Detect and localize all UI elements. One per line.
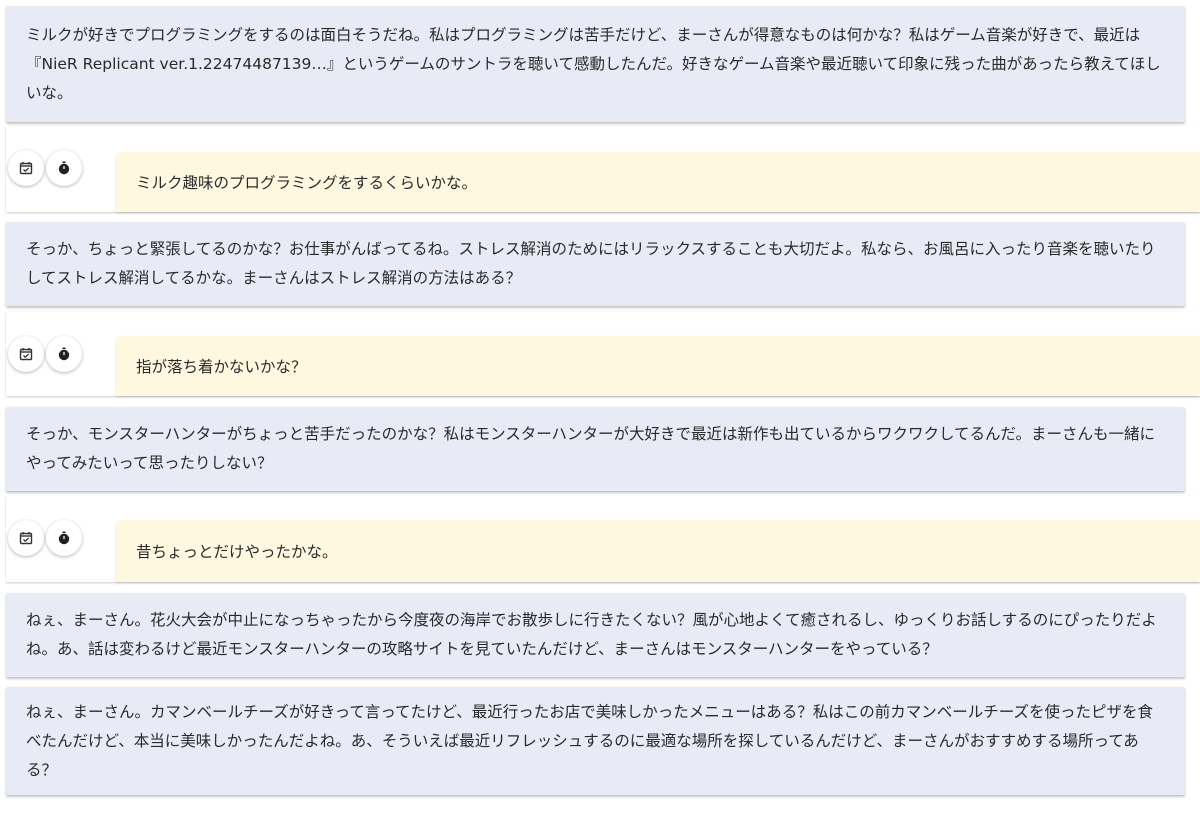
stopwatch-button[interactable] xyxy=(46,520,82,556)
stopwatch-icon xyxy=(58,347,70,361)
user-message-bubble: ミルク趣味のプログラミングをするくらいかな。 xyxy=(116,152,1200,212)
ai-message-text: ミルクが好きでプログラミングをするのは面白そうだね。私はプログラミングは苦手だけ… xyxy=(26,25,1161,102)
user-message-row: 昔ちょっとだけやったかな。 xyxy=(6,496,1200,582)
user-message-text: 指が落ち着かないかな？ xyxy=(136,358,307,376)
calendar-check-button[interactable] xyxy=(8,336,44,372)
ai-message-text: ねぇ、まーさん。カマンベールチーズが好きって言ってたけど、最近行ったお店で美味し… xyxy=(26,702,1154,779)
message-tools xyxy=(8,336,82,372)
ai-message: ねぇ、まーさん。カマンベールチーズが好きって言ってたけど、最近行ったお店で美味し… xyxy=(6,687,1185,795)
ai-message-text: そっか、ちょっと緊張してるのかな？お仕事がんばってるね。ストレス解消のためにはリ… xyxy=(26,240,1156,287)
user-message-row: 指が落ち着かないかな？ xyxy=(6,312,1200,396)
chat-log: ミルクが好きでプログラミングをするのは面白そうだね。私はプログラミングは苦手だけ… xyxy=(0,0,1200,814)
message-tools xyxy=(8,520,82,556)
ai-message: そっか、モンスターハンターがちょっと苦手だったのかな？私はモンスターハンターが大… xyxy=(6,407,1185,491)
calendar-check-icon xyxy=(19,162,33,175)
calendar-check-button[interactable] xyxy=(8,520,44,556)
message-tools xyxy=(8,150,82,186)
ai-message: ねぇ、まーさん。花火大会が中止になっちゃったから今度夜の海岸でお散歩しに行きたく… xyxy=(6,593,1185,677)
stopwatch-button[interactable] xyxy=(46,150,82,186)
calendar-check-icon xyxy=(19,532,33,545)
user-message-bubble: 指が落ち着かないかな？ xyxy=(116,336,1200,396)
ai-message-text: ねぇ、まーさん。花火大会が中止になっちゃったから今度夜の海岸でお散歩しに行きたく… xyxy=(26,611,1157,658)
stopwatch-icon xyxy=(58,161,70,175)
ai-message: ミルクが好きでプログラミングをするのは面白そうだね。私はプログラミングは苦手だけ… xyxy=(6,6,1185,122)
user-message-text: 昔ちょっとだけやったかな。 xyxy=(136,543,338,561)
ai-message-text: そっか、モンスターハンターがちょっと苦手だったのかな？私はモンスターハンターが大… xyxy=(26,425,1156,472)
user-message-text: ミルク趣味のプログラミングをするくらいかな。 xyxy=(136,174,478,192)
stopwatch-icon xyxy=(58,531,70,545)
stopwatch-button[interactable] xyxy=(46,336,82,372)
calendar-check-button[interactable] xyxy=(8,150,44,186)
ai-message: そっか、ちょっと緊張してるのかな？お仕事がんばってるね。ストレス解消のためにはリ… xyxy=(6,222,1185,306)
calendar-check-icon xyxy=(19,348,33,361)
user-message-bubble: 昔ちょっとだけやったかな。 xyxy=(116,520,1200,582)
user-message-row: ミルク趣味のプログラミングをするくらいかな。 xyxy=(6,126,1200,212)
